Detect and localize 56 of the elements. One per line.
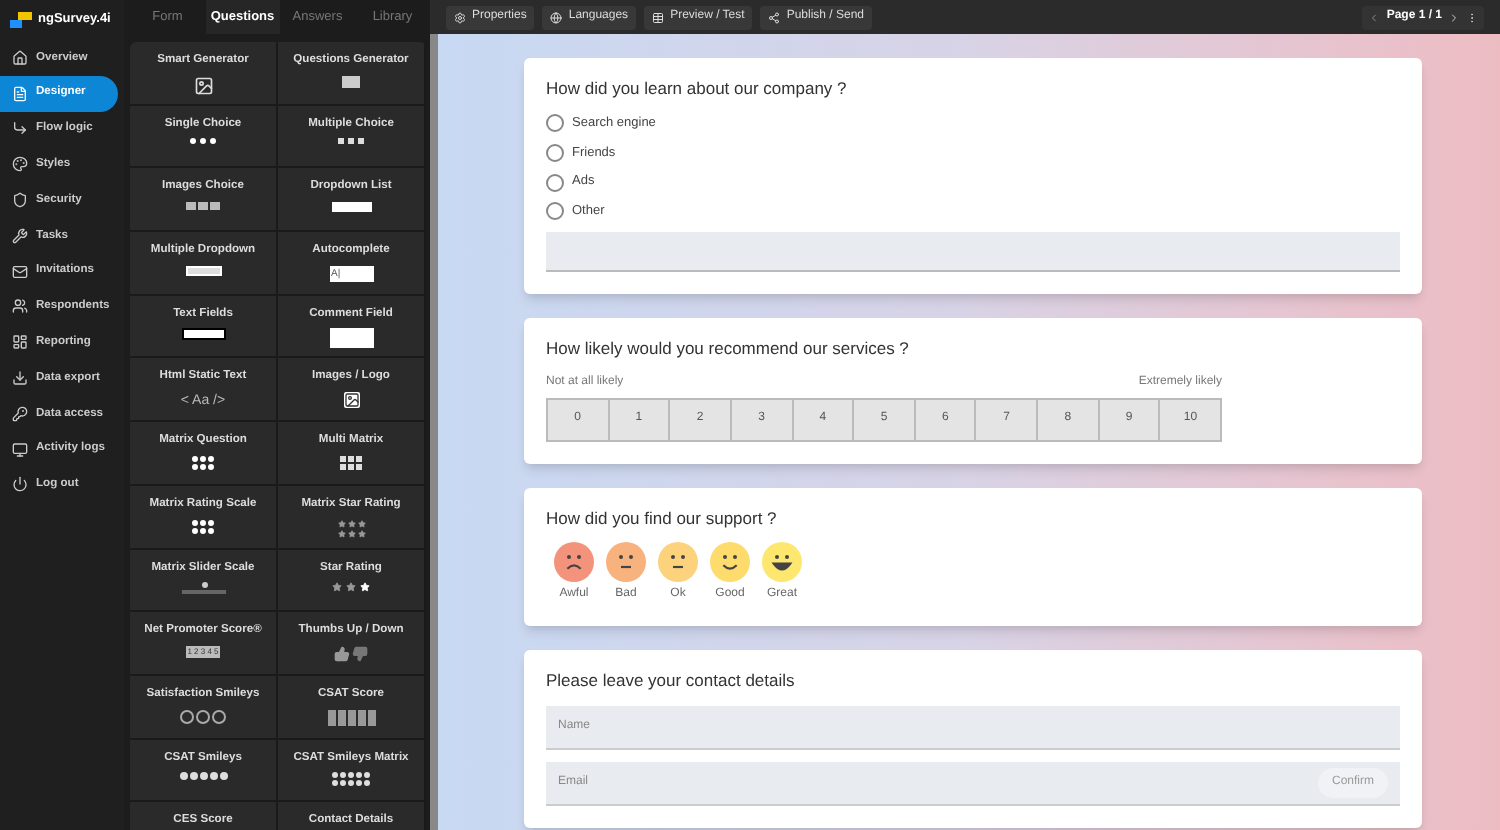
circle-grid-icon: [332, 772, 370, 787]
smiley-face-icon[interactable]: [606, 542, 646, 583]
document-icon: [12, 85, 28, 102]
settings-icon: [454, 11, 466, 23]
dot-grid-icon: [192, 519, 214, 533]
slider-icon: [181, 582, 225, 597]
picture-icon: [343, 392, 359, 409]
radio-button[interactable]: [546, 114, 564, 133]
star-grid-icon: [337, 519, 365, 537]
check-grid-icon: [340, 455, 362, 470]
circles-icon: [179, 772, 227, 781]
arrow-icon: [12, 120, 28, 137]
globe-icon: [550, 11, 563, 23]
smiley-face-icon[interactable]: [658, 542, 698, 583]
screen-icon: [342, 75, 360, 88]
logo-icon: [10, 11, 32, 27]
wrench-icon: [12, 227, 28, 244]
images-icon: [186, 202, 220, 211]
thumbs-icon: [334, 645, 368, 662]
smiley-face-icon[interactable]: [710, 542, 750, 583]
other-text-field[interactable]: [546, 231, 1400, 272]
radio-dots-icon: [190, 138, 216, 145]
question-title: How did you learn about our company ?: [546, 76, 849, 102]
table-icon: [652, 11, 665, 23]
previous-page-icon[interactable]: [1368, 11, 1381, 23]
question-title: Please leave your contact details: [546, 668, 797, 694]
next-page-icon[interactable]: [1448, 11, 1460, 23]
smiley-face-icon[interactable]: [762, 542, 802, 583]
score-bars-icon: [327, 709, 375, 726]
shield-icon: [12, 192, 28, 209]
smiley-faces-icon: [180, 709, 226, 724]
dropdown-icon: [185, 265, 221, 276]
scrollbar[interactable]: [430, 34, 438, 830]
power-icon: [12, 476, 28, 493]
question-title: How likely would you recommend our services ?: [546, 335, 911, 361]
monitor-icon: [12, 441, 28, 458]
download-icon: [12, 370, 28, 387]
question-title: How did you find our support ?: [546, 505, 779, 531]
stars-icon: [332, 582, 370, 593]
radio-button[interactable]: [546, 173, 564, 192]
dot-grid-icon: [192, 455, 214, 470]
image-icon: [193, 75, 213, 96]
dashboard-icon: [12, 334, 28, 351]
checkbox-icon: [338, 138, 364, 145]
key-icon: [12, 405, 28, 422]
palette-icon: [12, 156, 28, 173]
share-icon: [768, 11, 781, 23]
text-field-icon: [181, 328, 225, 341]
dropdown-icon: [331, 202, 371, 213]
home-icon: [12, 49, 28, 66]
comment-field-icon: [329, 328, 373, 349]
users-icon: [12, 298, 28, 315]
radio-button[interactable]: [546, 143, 564, 162]
radio-button[interactable]: [546, 202, 564, 221]
mail-icon: [12, 263, 28, 280]
smiley-face-icon[interactable]: [554, 542, 594, 583]
